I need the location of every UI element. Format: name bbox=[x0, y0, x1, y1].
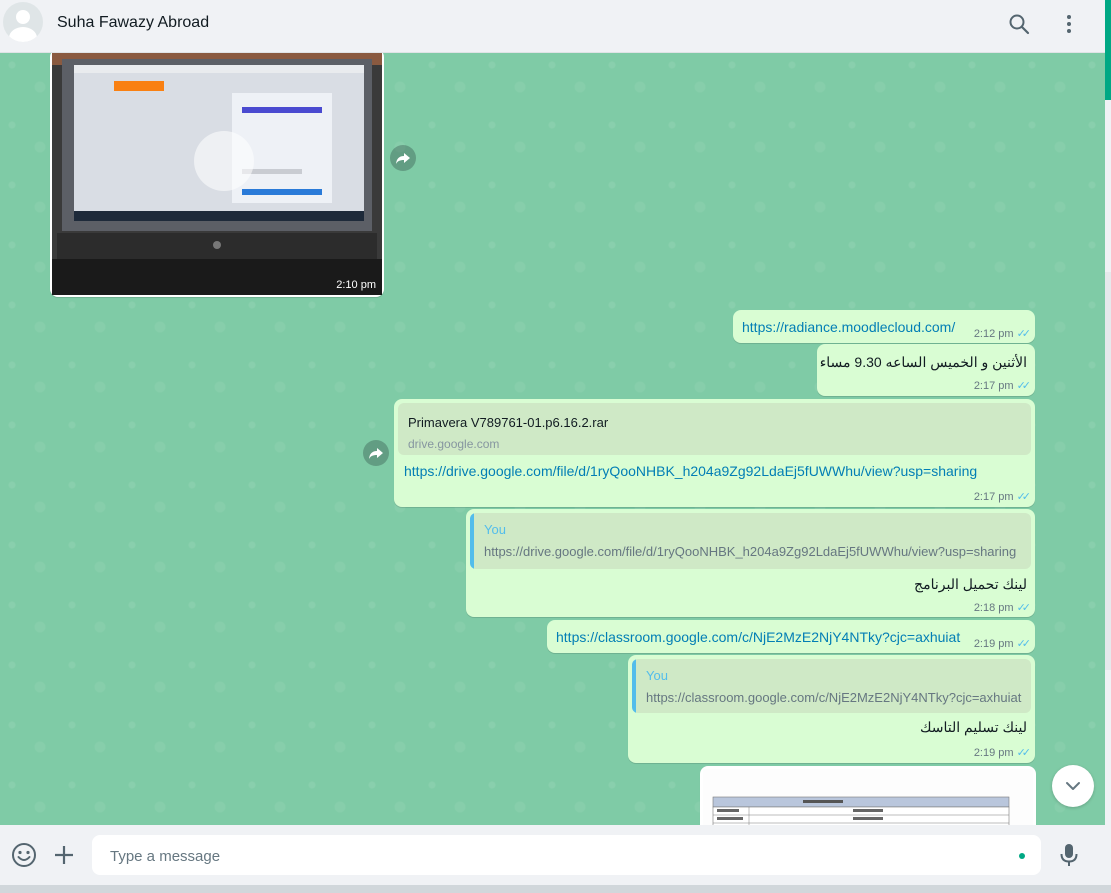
message-time: 2:12 pm ✓✓ bbox=[973, 327, 1032, 340]
status-dot bbox=[1019, 853, 1025, 859]
message-link[interactable]: https://radiance.moodlecloud.com/ bbox=[742, 319, 955, 335]
quoted-author: You bbox=[484, 522, 506, 537]
outgoing-message[interactable]: https://radiance.moodlecloud.com/ 2:12 p… bbox=[733, 310, 1035, 343]
time-label: 2:12 pm bbox=[973, 328, 1014, 340]
message-time: 2:17 pm ✓✓ bbox=[973, 379, 1032, 392]
outgoing-message[interactable]: الأثنين و الخميس الساعه 9.30 مساء 2:17 p… bbox=[817, 344, 1035, 396]
preview-domain: drive.google.com bbox=[408, 437, 500, 451]
composer-bar bbox=[0, 825, 1105, 885]
contact-name[interactable]: Suha Fawazy Abroad bbox=[57, 14, 209, 32]
message-input[interactable] bbox=[108, 835, 992, 877]
read-ticks-icon: ✓✓ bbox=[1016, 747, 1032, 759]
scroll-down-button[interactable] bbox=[1052, 765, 1094, 807]
message-list[interactable]: 2:10 pm https://radiance.moodlecloud.com… bbox=[0, 53, 1105, 825]
chat-header: Suha Fawazy Abroad bbox=[0, 0, 1105, 53]
plus-icon[interactable] bbox=[52, 843, 76, 872]
time-label: 2:19 pm bbox=[973, 747, 1014, 759]
read-ticks-icon: ✓✓ bbox=[1016, 491, 1032, 503]
document-photo[interactable] bbox=[703, 769, 1033, 825]
read-ticks-icon: ✓✓ bbox=[1016, 328, 1032, 340]
outgoing-message[interactable]: You https://drive.google.com/file/d/1ryQ… bbox=[466, 509, 1035, 617]
time-label: 2:19 pm bbox=[973, 638, 1014, 650]
outgoing-message[interactable]: You https://classroom.google.com/c/NjE2M… bbox=[628, 655, 1035, 763]
search-icon[interactable] bbox=[1007, 12, 1031, 36]
read-ticks-icon: ✓✓ bbox=[1016, 380, 1032, 392]
image-message[interactable] bbox=[700, 766, 1036, 825]
forward-icon[interactable] bbox=[363, 440, 389, 466]
read-ticks-icon: ✓✓ bbox=[1016, 602, 1032, 614]
outgoing-message[interactable]: Primavera V789761-01.p6.16.2.rar drive.g… bbox=[394, 399, 1035, 507]
message-link[interactable]: https://drive.google.com/file/d/1ryQooNH… bbox=[404, 463, 977, 479]
message-time: 2:19 pm ✓✓ bbox=[973, 637, 1032, 650]
link-preview[interactable]: Primavera V789761-01.p6.16.2.rar drive.g… bbox=[398, 403, 1031, 455]
menu-icon[interactable] bbox=[1057, 12, 1081, 36]
message-text: لينك تحميل البرنامج bbox=[914, 576, 1027, 592]
scrollbar[interactable] bbox=[1105, 0, 1111, 893]
quoted-author: You bbox=[646, 668, 668, 683]
quoted-text: https://drive.google.com/file/d/1ryQooNH… bbox=[484, 544, 1017, 559]
message-time: 2:19 pm ✓✓ bbox=[973, 746, 1032, 759]
quoted-message[interactable]: You https://classroom.google.com/c/NjE2M… bbox=[632, 659, 1031, 713]
chevron-down-icon bbox=[1066, 782, 1080, 790]
mic-icon[interactable] bbox=[1058, 842, 1080, 873]
preview-title: Primavera V789761-01.p6.16.2.rar bbox=[408, 415, 609, 430]
quoted-message[interactable]: You https://drive.google.com/file/d/1ryQ… bbox=[470, 513, 1031, 569]
message-time: 2:17 pm ✓✓ bbox=[973, 490, 1032, 503]
avatar[interactable] bbox=[3, 2, 43, 42]
time-label: 2:17 pm bbox=[973, 491, 1014, 503]
message-text: الأثنين و الخميس الساعه 9.30 مساء bbox=[819, 354, 1027, 370]
window-bottom-edge bbox=[0, 885, 1111, 893]
message-text: لينك تسليم التاسك bbox=[919, 719, 1027, 735]
laptop-photo[interactable] bbox=[52, 53, 382, 295]
message-link[interactable]: https://classroom.google.com/c/NjE2MzE2N… bbox=[556, 629, 960, 645]
forward-icon[interactable] bbox=[390, 145, 416, 171]
message-time: 2:18 pm ✓✓ bbox=[973, 601, 1032, 614]
emoji-icon[interactable] bbox=[11, 842, 37, 873]
message-input-box[interactable] bbox=[92, 835, 1041, 877]
image-message[interactable]: 2:10 pm bbox=[50, 53, 384, 297]
read-ticks-icon: ✓✓ bbox=[1016, 638, 1032, 650]
outgoing-message[interactable]: https://classroom.google.com/c/NjE2MzE2N… bbox=[547, 620, 1035, 653]
time-label: 2:17 pm bbox=[973, 380, 1014, 392]
message-time: 2:10 pm bbox=[336, 279, 376, 291]
time-label: 2:18 pm bbox=[973, 602, 1014, 614]
quoted-text: https://classroom.google.com/c/NjE2MzE2N… bbox=[646, 690, 1022, 705]
